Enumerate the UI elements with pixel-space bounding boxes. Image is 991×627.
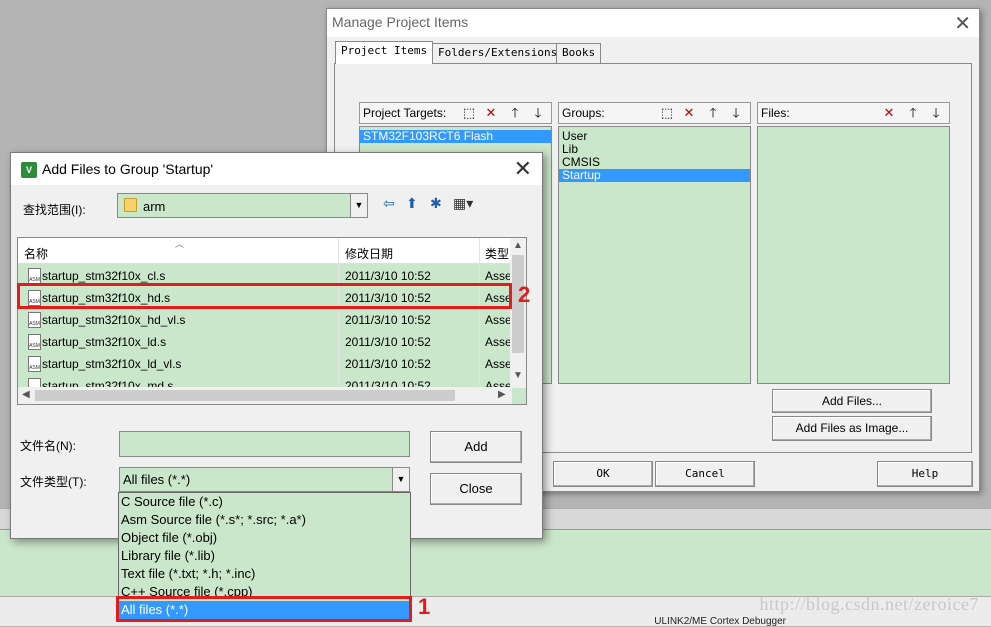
back-arrow-icon[interactable]: ⇦ (383, 195, 395, 211)
dropdown-option[interactable]: Object file (*.obj) (119, 529, 410, 547)
file-type: Asse (485, 313, 512, 327)
groups-list[interactable]: User Lib CMSIS Startup (558, 126, 751, 384)
uvision-app-icon: V (21, 162, 37, 178)
highlight-box-all-files (116, 596, 412, 622)
window-title: Manage Project Items (332, 14, 469, 30)
delete-icon[interactable]: ✕ (679, 105, 699, 122)
scroll-left-icon[interactable]: ◀ (22, 389, 30, 400)
asm-file-icon: ASM (28, 268, 41, 284)
scroll-right-icon[interactable]: ▶ (498, 389, 506, 400)
scroll-thumb[interactable] (35, 390, 455, 401)
new-folder-icon[interactable]: ✱ (430, 195, 442, 211)
file-date: 2011/3/10 10:52 (345, 357, 431, 371)
column-divider (479, 238, 480, 264)
cancel-button[interactable]: Cancel (655, 461, 755, 487)
files-label: Files: (761, 106, 790, 120)
move-up-icon[interactable]: 🡑 (903, 105, 923, 122)
ok-button[interactable]: OK (553, 461, 653, 487)
filetype-label: 文件类型(T): (20, 475, 87, 489)
up-folder-icon[interactable]: ⬆ (406, 195, 418, 211)
scroll-up-icon[interactable]: ▲ (513, 240, 523, 251)
file-type: Asse (485, 357, 512, 371)
add-files-as-image-button[interactable]: Add Files as Image... (772, 416, 932, 441)
file-date: 2011/3/10 10:52 (345, 335, 431, 349)
chevron-down-icon[interactable]: ▼ (350, 194, 367, 217)
help-button[interactable]: Help (877, 461, 973, 487)
groups-header: Groups: ⬚ ✕ 🡑 🡓 (558, 102, 751, 124)
tab-folders-extensions[interactable]: Folders/Extensions (432, 43, 564, 63)
add-files-dialog: V Add Files to Group 'Startup' ✕ 查找范围(I)… (10, 152, 543, 539)
close-icon[interactable]: ✕ (514, 156, 532, 182)
list-item[interactable]: Startup (559, 169, 750, 182)
table-row[interactable]: ASM startup_stm32f10x_hd_vl.s 2011/3/10 … (18, 309, 512, 331)
annotation-marker-1: 1 (418, 594, 431, 619)
view-menu-icon[interactable]: ▦▾ (453, 195, 473, 211)
new-icon[interactable]: ⬚ (657, 105, 677, 122)
look-in-value: arm (143, 199, 166, 214)
sort-ascending-icon: ︿ (175, 239, 185, 249)
titlebar: Manage Project Items ✕ (327, 9, 979, 37)
asm-file-icon: ASM (28, 356, 41, 372)
targets-header: Project Targets: ⬚ ✕ 🡑 🡓 (359, 102, 552, 124)
asm-file-icon: ASM (28, 334, 41, 350)
delete-icon[interactable]: ✕ (879, 105, 899, 122)
file-list[interactable]: 名称 ︿ 修改日期 类型 ASM startup_stm32f10x_cl.s … (17, 237, 527, 405)
dropdown-option[interactable]: Library file (*.lib) (119, 547, 410, 565)
new-icon[interactable]: ⬚ (459, 105, 479, 122)
vertical-scrollbar[interactable]: ▲ ▼ (510, 238, 526, 388)
table-row[interactable]: ASM startup_stm32f10x_ld_vl.s 2011/3/10 … (18, 353, 512, 375)
move-down-icon[interactable]: 🡓 (528, 105, 548, 122)
filetype-select[interactable]: All files (*.*) ▼ (119, 467, 410, 492)
add-button[interactable]: Add (430, 431, 522, 463)
titlebar: V Add Files to Group 'Startup' ✕ (11, 153, 542, 185)
annotation-marker-2: 2 (518, 282, 531, 307)
status-debugger-text: ULINK2/ME Cortex Debugger (654, 616, 786, 627)
look-in-combo[interactable]: arm ▼ (117, 193, 368, 218)
groups-label: Groups: (562, 106, 605, 120)
files-list[interactable] (757, 126, 950, 384)
look-in-label: 查找范围(I): (23, 203, 86, 217)
file-list-header: 名称 ︿ 修改日期 类型 (18, 238, 512, 264)
tab-books[interactable]: Books (556, 43, 602, 63)
column-date[interactable]: 修改日期 (345, 245, 393, 262)
filename-input[interactable] (119, 431, 410, 457)
close-icon[interactable]: ✕ (954, 11, 971, 36)
highlight-box-hd-file (17, 283, 512, 309)
close-button[interactable]: Close (430, 473, 522, 505)
dialog-title: Add Files to Group 'Startup' (42, 161, 214, 177)
filename-label: 文件名(N): (20, 439, 76, 453)
tab-project-items[interactable]: Project Items (335, 41, 434, 64)
horizontal-scrollbar[interactable]: ◀ ▶ (18, 387, 512, 404)
watermark: http://blog.csdn.net/zeroice7 (759, 594, 979, 614)
chevron-down-icon[interactable]: ▼ (392, 468, 409, 491)
list-item[interactable]: STM32F103RCT6 Flash (360, 130, 551, 143)
folder-icon (124, 198, 137, 212)
move-up-icon[interactable]: 🡑 (703, 105, 723, 122)
column-name[interactable]: 名称 (24, 245, 48, 262)
dropdown-option[interactable]: Text file (*.txt; *.h; *.inc) (119, 565, 410, 583)
asm-file-icon: ASM (28, 312, 41, 328)
column-divider (338, 238, 339, 264)
dropdown-option[interactable]: C Source file (*.c) (119, 493, 410, 511)
column-type[interactable]: 类型 (485, 245, 509, 262)
filetype-value: All files (*.*) (123, 472, 191, 487)
file-type: Asse (485, 335, 512, 349)
scroll-down-icon[interactable]: ▼ (513, 370, 523, 381)
file-date: 2011/3/10 10:52 (345, 313, 431, 327)
file-name: startup_stm32f10x_hd_vl.s (42, 313, 186, 327)
targets-label: Project Targets: (363, 106, 447, 120)
file-name: startup_stm32f10x_ld.s (42, 335, 167, 349)
table-row[interactable]: ASM startup_stm32f10x_ld.s 2011/3/10 10:… (18, 331, 512, 353)
delete-icon[interactable]: ✕ (481, 105, 501, 122)
file-name: startup_stm32f10x_ld_vl.s (42, 357, 182, 371)
move-down-icon[interactable]: 🡓 (926, 105, 946, 122)
move-down-icon[interactable]: 🡓 (726, 105, 746, 122)
list-item[interactable]: User (559, 130, 750, 143)
files-header: Files: ✕ 🡑 🡓 (757, 102, 950, 124)
add-files-button[interactable]: Add Files... (772, 389, 932, 413)
dropdown-option[interactable]: Asm Source file (*.s*; *.src; *.a*) (119, 511, 410, 529)
move-up-icon[interactable]: 🡑 (505, 105, 525, 122)
